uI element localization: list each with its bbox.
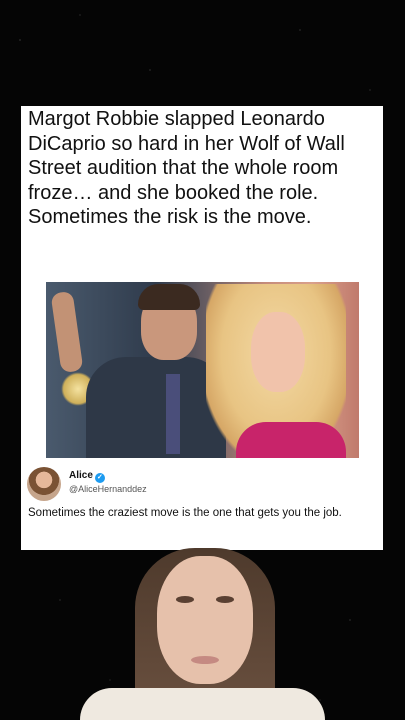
- creator-face-shape: [157, 556, 253, 684]
- tie-shape: [166, 374, 180, 454]
- creator-webcam-overlay: [80, 548, 325, 720]
- pink-dress-shape: [236, 422, 346, 458]
- verified-badge-icon: ✓: [94, 473, 105, 483]
- tweet-author[interactable]: Alice ✓: [69, 470, 105, 483]
- post-card: Margot Robbie slapped Leonardo DiCaprio …: [21, 106, 383, 550]
- tweet-handle[interactable]: @AliceHernanddez: [69, 484, 147, 494]
- man-hair-shape: [138, 284, 200, 310]
- tweet-text: Sometimes the craziest move is the one t…: [28, 507, 342, 519]
- post-headline: Margot Robbie slapped Leonardo DiCaprio …: [28, 108, 345, 228]
- creator-right-eye-shape: [216, 596, 234, 603]
- creator-lips-shape: [191, 656, 219, 664]
- raised-arm-shape: [50, 290, 84, 374]
- creator-left-eye-shape: [176, 596, 194, 603]
- tweet-author-name: Alice: [69, 470, 93, 481]
- movie-still-image: [46, 282, 359, 458]
- woman-face-shape: [251, 312, 305, 392]
- tweet-avatar[interactable]: [27, 467, 61, 501]
- suit-shape: [86, 357, 226, 458]
- creator-shirt-shape: [80, 688, 325, 720]
